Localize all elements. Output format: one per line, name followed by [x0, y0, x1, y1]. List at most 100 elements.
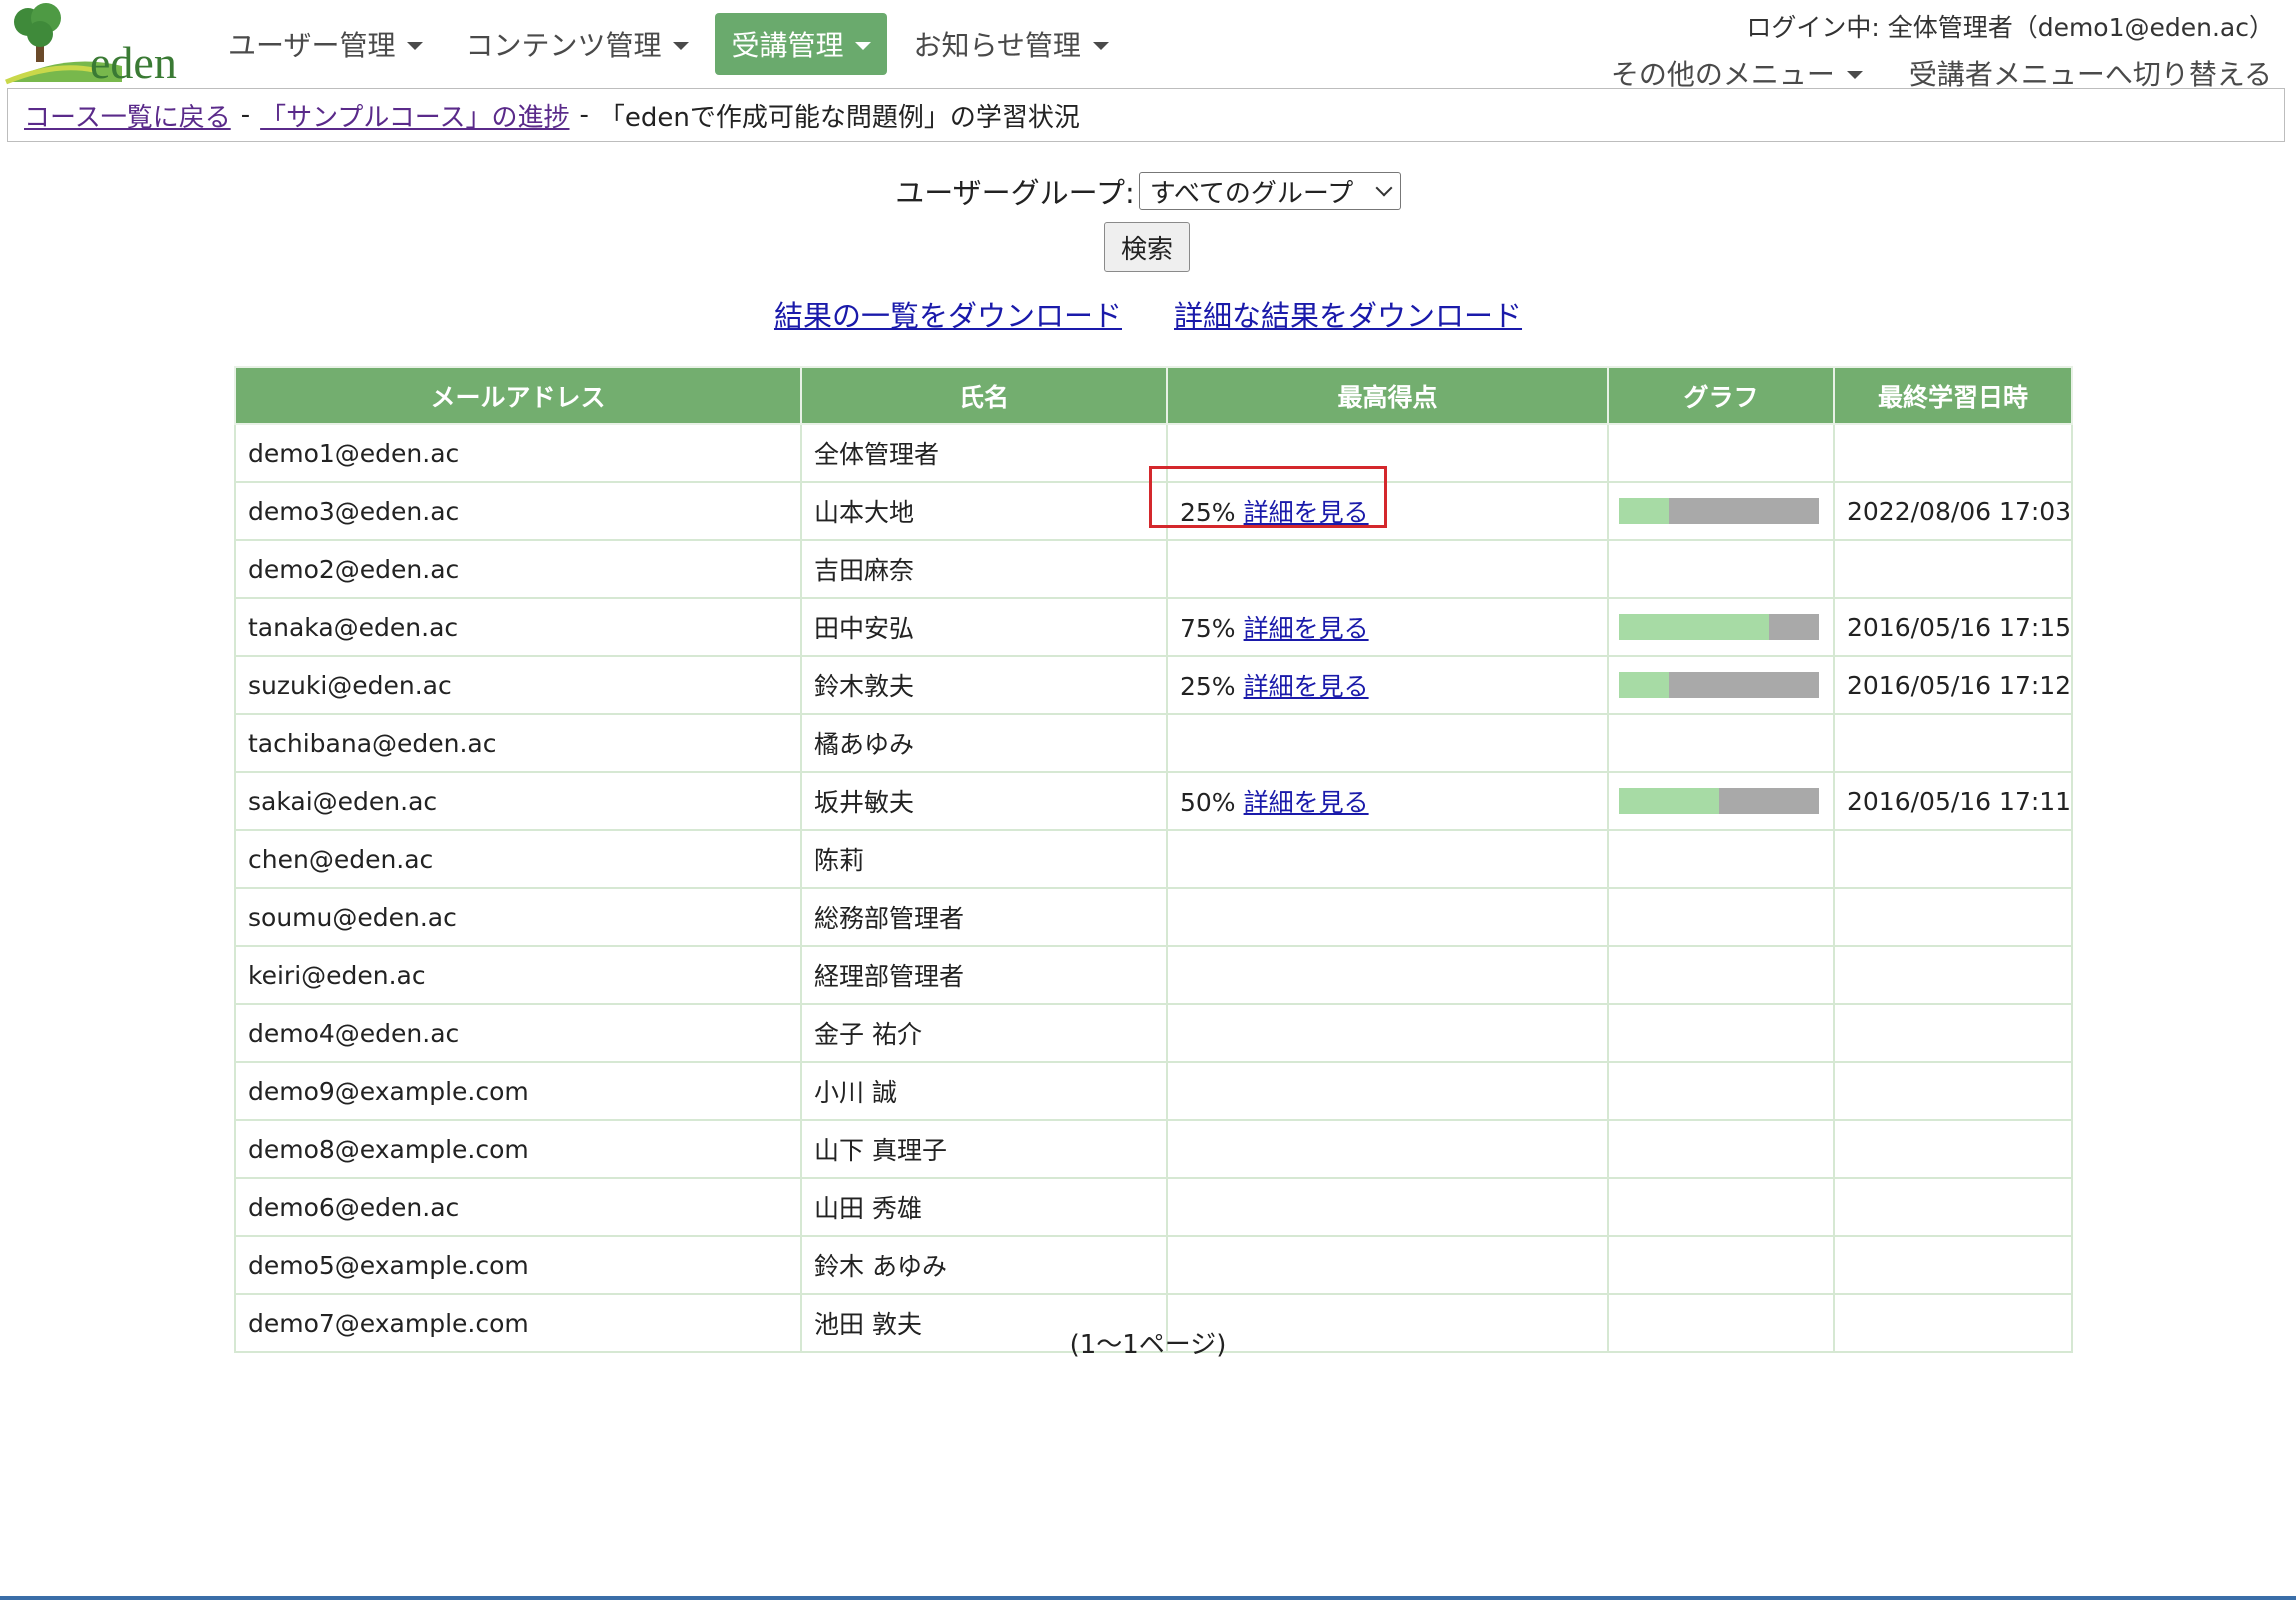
score-progress-bar	[1619, 672, 1819, 698]
cell-graph	[1607, 829, 1835, 889]
table-row: demo5@example.com 鈴木 あゆみ	[234, 1235, 2074, 1295]
cell-top-score	[1166, 887, 1609, 947]
cell-top-score: 75% 詳細を見る	[1166, 597, 1609, 657]
table-row: sakai@eden.ac 坂井敏夫 50% 詳細を見る 2016/05/16 17:1…	[234, 771, 2074, 831]
other-menu-dropdown[interactable]: その他のメニュー	[1611, 53, 1863, 93]
cell-graph	[1607, 713, 1835, 773]
right-menu: その他のメニュー 受講者メニューへ切り替える	[1611, 53, 2272, 93]
cell-top-score	[1166, 1119, 1609, 1179]
user-group-select[interactable]: すべてのグループ	[1138, 172, 1401, 210]
cell-graph	[1607, 1119, 1835, 1179]
cell-name: 全体管理者	[800, 423, 1168, 483]
col-header-top-score[interactable]: 最高得点	[1166, 366, 1609, 425]
download-summary-link[interactable]: 結果の一覧をダウンロード	[774, 293, 1122, 335]
cell-last-study-date	[1832, 945, 2074, 1005]
score-progress-bar	[1619, 498, 1819, 524]
cell-email: sakai@eden.ac	[234, 771, 802, 831]
caret-down-icon	[1846, 70, 1863, 79]
cell-name: 田中安弘	[800, 597, 1168, 657]
cell-top-score	[1166, 945, 1609, 1005]
nav-content-management[interactable]: コンテンツ管理	[449, 13, 705, 75]
cell-last-study-date	[1832, 829, 2074, 889]
breadcrumb-back-to-courses[interactable]: コース一覧に戻る	[24, 97, 231, 134]
window-bottom-border	[0, 1596, 2296, 1600]
cell-email: demo1@eden.ac	[234, 423, 802, 483]
cell-name: 鈴木敦夫	[800, 655, 1168, 715]
cell-graph	[1607, 945, 1835, 1005]
table-row: tanaka@eden.ac 田中安弘 75% 詳細を見る 2016/05/16 17:…	[234, 597, 2074, 657]
cell-email: demo5@example.com	[234, 1235, 802, 1295]
cell-last-study-date: 2022/08/06 17:03	[1832, 481, 2074, 541]
table-row: soumu@eden.ac 総務部管理者	[234, 887, 2074, 947]
score-value: 25%	[1180, 672, 1236, 701]
eden-logo[interactable]: eden	[4, 0, 190, 86]
cell-last-study-date: 2016/05/16 17:12	[1832, 655, 2074, 715]
cell-email: demo8@example.com	[234, 1119, 802, 1179]
breadcrumb-course-progress[interactable]: 「サンプルコース」の進捗	[260, 97, 569, 134]
view-detail-link[interactable]: 詳細を見る	[1244, 672, 1369, 701]
search-button[interactable]: 検索	[1104, 222, 1190, 272]
score-progress-fill	[1619, 498, 1669, 524]
cell-email: soumu@eden.ac	[234, 887, 802, 947]
nav-content-management-label: コンテンツ管理	[465, 29, 662, 62]
cell-last-study-date: 2016/05/16 17:11	[1832, 771, 2074, 831]
view-detail-link[interactable]: 詳細を見る	[1244, 614, 1369, 643]
breadcrumb-current: 「edenで作成可能な問題例」の学習状況	[598, 102, 1080, 133]
table-row: demo9@example.com 小川 誠	[234, 1061, 2074, 1121]
other-menu-label: その他のメニュー	[1610, 58, 1835, 91]
svg-text:eden: eden	[90, 37, 177, 86]
cell-top-score	[1166, 829, 1609, 889]
cell-last-study-date	[1832, 1061, 2074, 1121]
cell-top-score	[1166, 1003, 1609, 1063]
score-value: 25%	[1180, 498, 1236, 527]
view-detail-link[interactable]: 詳細を見る	[1244, 498, 1369, 527]
col-header-name[interactable]: 氏名	[800, 366, 1168, 425]
nav-course-management-label: 受講管理	[731, 29, 844, 62]
cell-email: chen@eden.ac	[234, 829, 802, 889]
cell-top-score	[1166, 539, 1609, 599]
cell-name: 吉田麻奈	[800, 539, 1168, 599]
cell-graph	[1607, 481, 1835, 541]
nav-user-management[interactable]: ユーザー管理	[212, 13, 439, 75]
cell-email: keiri@eden.ac	[234, 945, 802, 1005]
score-progress-bar	[1619, 614, 1819, 640]
score-progress-bar	[1619, 788, 1819, 814]
cell-last-study-date	[1832, 423, 2074, 483]
score-progress-fill	[1619, 788, 1719, 814]
score-value: 75%	[1180, 614, 1236, 643]
table-row: demo2@eden.ac 吉田麻奈	[234, 539, 2074, 599]
cell-email: demo3@eden.ac	[234, 481, 802, 541]
cell-graph	[1607, 1177, 1835, 1237]
cell-email: demo6@eden.ac	[234, 1177, 802, 1237]
cell-email: tanaka@eden.ac	[234, 597, 802, 657]
col-header-email[interactable]: メールアドレス	[234, 366, 802, 425]
score-progress-fill	[1619, 614, 1769, 640]
table-row: demo1@eden.ac 全体管理者	[234, 423, 2074, 483]
cell-email: demo4@eden.ac	[234, 1003, 802, 1063]
caret-down-icon	[855, 41, 872, 50]
cell-top-score	[1166, 1177, 1609, 1237]
cell-name: 小川 誠	[800, 1061, 1168, 1121]
nav-notice-management[interactable]: お知らせ管理	[897, 13, 1124, 75]
caret-down-icon	[1092, 41, 1109, 50]
switch-to-learner-link[interactable]: 受講者メニューへ切り替える	[1909, 53, 2272, 93]
login-status: ログイン中: 全体管理者（demo1@eden.ac）	[1746, 13, 2274, 42]
nav-course-management[interactable]: 受講管理	[715, 13, 888, 75]
download-detail-link[interactable]: 詳細な結果をダウンロード	[1174, 293, 1522, 335]
col-header-graph: グラフ	[1607, 366, 1835, 425]
cell-name: 橘あゆみ	[800, 713, 1168, 773]
cell-top-score	[1166, 1235, 1609, 1295]
nav-user-management-label: ユーザー管理	[228, 29, 396, 62]
chevron-down-icon	[1375, 179, 1393, 197]
cell-name: 金子 祐介	[800, 1003, 1168, 1063]
table-row: demo6@eden.ac 山田 秀雄	[234, 1177, 2074, 1237]
col-header-last-study[interactable]: 最終学習日時	[1832, 366, 2074, 425]
view-detail-link[interactable]: 詳細を見る	[1244, 788, 1369, 817]
breadcrumb-separator: -	[579, 100, 589, 130]
cell-graph	[1607, 771, 1835, 831]
table-body: demo1@eden.ac 全体管理者 demo3@eden.ac 山本大地 25% 詳細…	[234, 423, 2074, 1353]
cell-graph	[1607, 655, 1835, 715]
table-row: tachibana@eden.ac 橘あゆみ	[234, 713, 2074, 773]
score-progress-fill	[1619, 672, 1669, 698]
cell-name: 坂井敏夫	[800, 771, 1168, 831]
